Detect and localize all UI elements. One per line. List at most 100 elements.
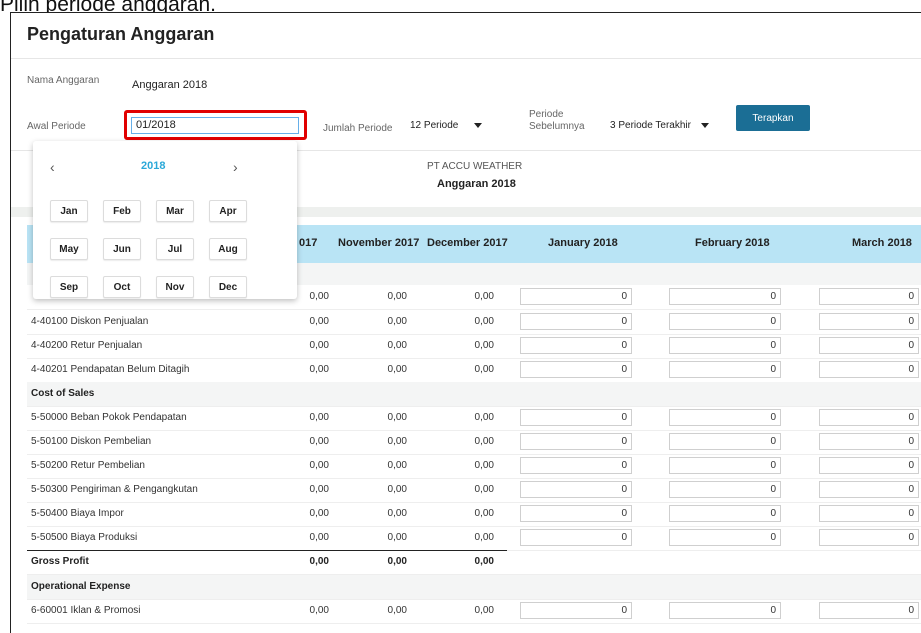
budget-amount-input[interactable]: 0 <box>520 313 632 330</box>
budget-amount-input[interactable]: 0 <box>819 481 919 498</box>
month-button[interactable]: Jul <box>156 238 194 260</box>
page-title: Pengaturan Anggaran <box>27 24 215 44</box>
month-button[interactable]: Jun <box>103 238 141 260</box>
account-name: 6-60001 Iklan & Promosi <box>31 605 141 616</box>
budget-amount-input[interactable]: 0 <box>520 337 632 354</box>
history-value: 0,00 <box>474 412 494 423</box>
next-year-icon[interactable]: › <box>233 159 238 175</box>
history-value: 0,00 <box>309 532 329 543</box>
budget-amount-input[interactable]: 0 <box>669 313 781 330</box>
budget-amount-input[interactable]: 0 <box>520 361 632 378</box>
history-value: 0,00 <box>387 532 407 543</box>
history-value: 0,00 <box>474 556 494 567</box>
table-row: 6-60001 Iklan & Promosi 0,00 0,00 0,00 0 0 0 <box>27 599 921 624</box>
month-button[interactable]: Dec <box>209 276 247 298</box>
month-button[interactable]: Mar <box>156 200 194 222</box>
budget-amount-input[interactable]: 0 <box>669 481 781 498</box>
budget-amount-input[interactable]: 0 <box>520 505 632 522</box>
history-value: 0,00 <box>387 556 407 567</box>
column-header: November 2017 <box>338 237 420 249</box>
history-value: 0,00 <box>474 340 494 351</box>
apply-button[interactable]: Terapkan <box>736 105 810 131</box>
month-button[interactable]: Jan <box>50 200 88 222</box>
account-name: 5-50500 Biaya Produksi <box>31 532 138 543</box>
table-row: 5-50100 Diskon Pembelian 0,00 0,00 0,00 0 0 0 <box>27 430 921 455</box>
start-period-label: Awal Periode <box>27 121 86 132</box>
history-value: 0,00 <box>309 412 329 423</box>
budget-amount-input[interactable]: 0 <box>669 457 781 474</box>
history-value: 0,00 <box>474 460 494 471</box>
budget-amount-input[interactable]: 0 <box>819 433 919 450</box>
chevron-down-icon <box>474 122 483 128</box>
previous-period-select[interactable]: 3 Periode Terakhir <box>610 120 709 131</box>
budget-amount-input[interactable]: 0 <box>520 457 632 474</box>
previous-year-icon[interactable]: ‹ <box>50 159 55 175</box>
start-period-input[interactable]: 01/2018 <box>131 117 299 134</box>
history-value: 0,00 <box>474 291 494 302</box>
budget-amount-input[interactable]: 0 <box>669 433 781 450</box>
period-count-value: 12 Periode <box>410 120 459 131</box>
month-button[interactable]: Sep <box>50 276 88 298</box>
history-value: 0,00 <box>387 460 407 471</box>
calendar-year[interactable]: 2018 <box>141 160 165 172</box>
budget-amount-input[interactable]: 0 <box>819 457 919 474</box>
account-name: 5-50000 Beban Pokok Pendapatan <box>31 412 187 423</box>
title-divider <box>11 58 921 59</box>
budget-amount-input[interactable]: 0 <box>819 361 919 378</box>
history-value: 0,00 <box>387 605 407 616</box>
history-value: 0,00 <box>309 364 329 375</box>
budget-name-value[interactable]: Anggaran 2018 <box>132 79 207 91</box>
table-row: 5-50200 Retur Pembelian 0,00 0,00 0,00 0 0 0 <box>27 454 921 479</box>
account-name: 4-40201 Pendapatan Belum Ditagih <box>31 364 190 375</box>
history-value: 0,00 <box>309 508 329 519</box>
history-value: 0,00 <box>387 316 407 327</box>
report-budget-name: Anggaran 2018 <box>437 178 516 190</box>
company-name: PT ACCU WEATHER <box>427 161 523 172</box>
month-button[interactable]: Apr <box>209 200 247 222</box>
history-value: 0,00 <box>387 291 407 302</box>
budget-amount-input[interactable]: 0 <box>520 433 632 450</box>
budget-amount-input[interactable]: 0 <box>520 409 632 426</box>
budget-amount-input[interactable]: 0 <box>520 481 632 498</box>
table-row: 4-40201 Pendapatan Belum Ditagih 0,00 0,00… <box>27 358 921 383</box>
budget-amount-input[interactable]: 0 <box>819 529 919 546</box>
budget-amount-input[interactable]: 0 <box>669 361 781 378</box>
month-button[interactable]: Feb <box>103 200 141 222</box>
column-header: January 2018 <box>548 237 618 249</box>
column-header: December 2017 <box>427 237 508 249</box>
budget-amount-input[interactable]: 0 <box>819 505 919 522</box>
budget-name-label: Nama Anggaran <box>27 75 100 86</box>
period-count-select[interactable]: 12 Periode <box>410 120 483 131</box>
history-value: 0,00 <box>387 484 407 495</box>
previous-period-label-line2: Sebelumnya <box>529 121 585 132</box>
column-header: February 2018 <box>695 237 770 249</box>
budget-amount-input[interactable]: 0 <box>669 505 781 522</box>
budget-amount-input[interactable]: 0 <box>819 409 919 426</box>
month-button[interactable]: Aug <box>209 238 247 260</box>
budget-amount-input[interactable]: 0 <box>520 529 632 546</box>
account-name: 4-40100 Diskon Penjualan <box>31 316 149 327</box>
budget-amount-input[interactable]: 0 <box>669 529 781 546</box>
budget-amount-input[interactable]: 0 <box>669 409 781 426</box>
total-row: Gross Profit 0,00 0,00 0,00 <box>27 550 921 575</box>
total-rule <box>27 550 507 551</box>
budget-amount-input[interactable]: 0 <box>819 337 919 354</box>
budget-amount-input[interactable]: 0 <box>819 288 919 305</box>
chevron-down-icon <box>700 122 709 128</box>
budget-amount-input[interactable]: 0 <box>669 337 781 354</box>
budget-amount-input[interactable]: 0 <box>520 288 632 305</box>
history-value: 0,00 <box>474 316 494 327</box>
month-picker: ‹ 2018 › Jan Feb Mar Apr May Jun Jul Aug Sep Oct N… <box>33 141 297 299</box>
account-name: Operational Expense <box>31 581 131 592</box>
month-button[interactable]: Oct <box>103 276 141 298</box>
budget-amount-input[interactable]: 0 <box>669 288 781 305</box>
table-row: 4-40100 Diskon Penjualan 0,00 0,00 0,00 0 0 0 <box>27 310 921 335</box>
budget-amount-input[interactable]: 0 <box>520 602 632 619</box>
history-value: 0,00 <box>309 316 329 327</box>
budget-amount-input[interactable]: 0 <box>669 602 781 619</box>
account-name: 5-50400 Biaya Impor <box>31 508 124 519</box>
month-button[interactable]: Nov <box>156 276 194 298</box>
budget-amount-input[interactable]: 0 <box>819 602 919 619</box>
budget-amount-input[interactable]: 0 <box>819 313 919 330</box>
month-button[interactable]: May <box>50 238 88 260</box>
